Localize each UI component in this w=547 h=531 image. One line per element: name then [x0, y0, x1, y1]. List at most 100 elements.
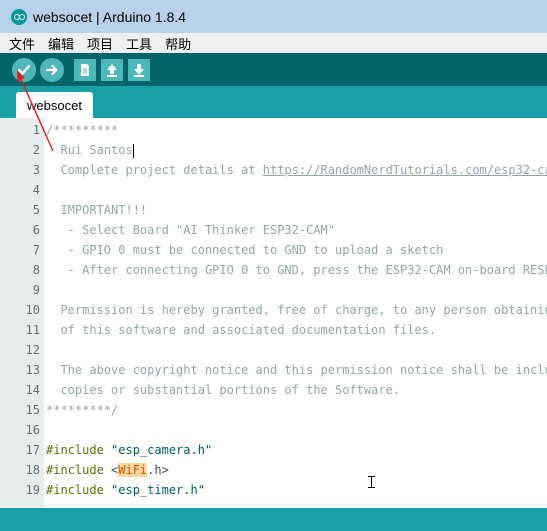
include-string: "esp_camera.h"	[103, 443, 213, 457]
line-number: 6	[32, 223, 40, 237]
line-number: 14	[25, 383, 40, 397]
code-line: 4	[0, 180, 547, 200]
arrow-down-icon	[134, 63, 144, 77]
code-text: - After connecting GPIO 0 to GND, press …	[46, 260, 547, 280]
code-line: 16	[0, 420, 547, 440]
code-line: 17 #include "esp_camera.h"	[0, 440, 547, 460]
line-number: 7	[32, 243, 40, 257]
code-line: 19 #include "esp_timer.h"	[0, 480, 547, 500]
code-line: 15 *********/	[0, 400, 547, 420]
code-text: of this software and associated document…	[46, 320, 436, 340]
comment-text: copies or substantial portions of the So…	[46, 383, 401, 397]
toolbar	[0, 53, 547, 86]
comment-text: - After connecting GPIO 0 to GND, press …	[46, 263, 547, 277]
include-string: "esp_timer.h"	[103, 483, 205, 497]
code-line: 12	[0, 340, 547, 360]
code-text: *********/	[46, 400, 118, 420]
library-name: WiFi	[118, 463, 148, 477]
comment-text: /*********	[46, 123, 119, 137]
arrow-up-icon	[107, 63, 117, 77]
line-number: 18	[25, 463, 40, 477]
code-text: #include "esp_camera.h"	[46, 440, 212, 460]
line-number: 11	[25, 323, 40, 337]
checkmark-icon	[17, 64, 31, 75]
code-text: IMPORTANT!!!	[46, 200, 147, 220]
comment-text: - Select Board "AI Thinker ESP32-CAM"	[46, 223, 335, 237]
code-line: 1 /*********	[0, 120, 547, 140]
code-line: 3 Complete project details at https://Ra…	[0, 160, 547, 180]
include-keyword: #include	[46, 443, 104, 457]
line-number: 1	[32, 123, 40, 137]
line-number: 15	[25, 403, 40, 417]
code-line: 6 - Select Board "AI Thinker ESP32-CAM"	[0, 220, 547, 240]
comment-text: *********/	[46, 403, 119, 417]
line-number: 8	[32, 263, 40, 277]
comment-text: Permission is hereby granted, free of ch…	[46, 303, 547, 317]
text-caret	[132, 143, 134, 158]
code-line: 11 of this software and associated docum…	[0, 320, 547, 340]
code-text: Complete project details at https://Rand…	[46, 160, 547, 180]
include-bracket: <	[103, 463, 119, 477]
line-number: 10	[25, 303, 40, 317]
include-bracket: .h>	[147, 463, 169, 477]
code-line: 14 copies or substantial portions of the…	[0, 380, 547, 400]
comment-text: The above copyright notice and this perm…	[46, 363, 547, 377]
line-number: 3	[32, 163, 40, 177]
save-button[interactable]	[128, 58, 150, 81]
comment-text: IMPORTANT!!!	[46, 203, 148, 217]
code-text: Rui Santos	[46, 140, 134, 160]
line-number: 5	[32, 203, 40, 217]
code-line: 2 Rui Santos	[0, 140, 547, 160]
code-text: The above copyright notice and this perm…	[46, 360, 547, 380]
code-line: 8 - After connecting GPIO 0 to GND, pres…	[0, 260, 547, 280]
code-line: 18 #include <WiFi.h>	[0, 460, 547, 480]
code-text: copies or substantial portions of the So…	[46, 380, 400, 400]
comment-text: of this software and associated document…	[46, 323, 437, 337]
arrow-right-icon	[45, 64, 58, 75]
open-button[interactable]	[101, 58, 123, 81]
line-number: 2	[32, 143, 40, 157]
status-bar	[0, 508, 547, 531]
upload-button[interactable]	[40, 57, 64, 82]
include-keyword: #include	[46, 483, 104, 497]
comment-link[interactable]: https://RandomNerdTutorials.com/esp32-ca…	[263, 163, 547, 177]
window-title: websocet | Arduino 1.8.4	[33, 8, 187, 25]
menu-sketch[interactable]: 项目	[83, 34, 117, 53]
new-button[interactable]	[74, 58, 96, 81]
line-number: 16	[25, 423, 40, 437]
line-number: 13	[25, 363, 40, 377]
code-text: /*********	[46, 120, 118, 140]
code-text: #include "esp_timer.h"	[46, 480, 205, 500]
code-line: 7 - GPIO 0 must be connected to GND to u…	[0, 240, 547, 260]
code-text: - Select Board "AI Thinker ESP32-CAM"	[46, 220, 335, 240]
line-number: 19	[25, 483, 40, 497]
tab-websocet[interactable]: websocet	[16, 92, 93, 118]
ibeam-cursor-icon	[368, 476, 375, 488]
code-text: Permission is hereby granted, free of ch…	[46, 300, 547, 320]
line-number: 12	[25, 343, 40, 357]
menu-edit[interactable]: 编辑	[44, 34, 78, 53]
line-number: 4	[32, 183, 40, 197]
code-line: 10 Permission is hereby granted, free of…	[0, 300, 547, 320]
include-keyword: #include	[46, 463, 104, 477]
document-icon	[81, 63, 89, 76]
line-number: 9	[32, 283, 40, 297]
comment-text: - GPIO 0 must be connected to GND to upl…	[46, 243, 444, 257]
verify-button[interactable]	[12, 57, 36, 82]
code-line: 9	[0, 280, 547, 300]
menu-help[interactable]: 帮助	[161, 34, 195, 53]
line-number: 17	[25, 443, 40, 457]
comment-text: Rui Santos	[46, 143, 133, 157]
menu-tools[interactable]: 工具	[122, 34, 156, 53]
comment-text: Complete project details at	[46, 163, 263, 177]
code-line: 5 IMPORTANT!!!	[0, 200, 547, 220]
tab-bar: websocet	[0, 86, 547, 118]
arduino-logo-icon	[11, 8, 27, 25]
code-editor[interactable]: 1/********* 2 Rui Santos 3 Complete projec…	[0, 118, 547, 508]
code-line: 13 The above copyright notice and this p…	[0, 360, 547, 380]
code-text: #include <WiFi.h>	[46, 460, 169, 480]
menu-file[interactable]: 文件	[5, 34, 39, 53]
menu-bar: 文件 编辑 项目 工具 帮助	[0, 33, 547, 53]
code-text: - GPIO 0 must be connected to GND to upl…	[46, 240, 444, 260]
title-bar: websocet | Arduino 1.8.4	[0, 0, 547, 34]
